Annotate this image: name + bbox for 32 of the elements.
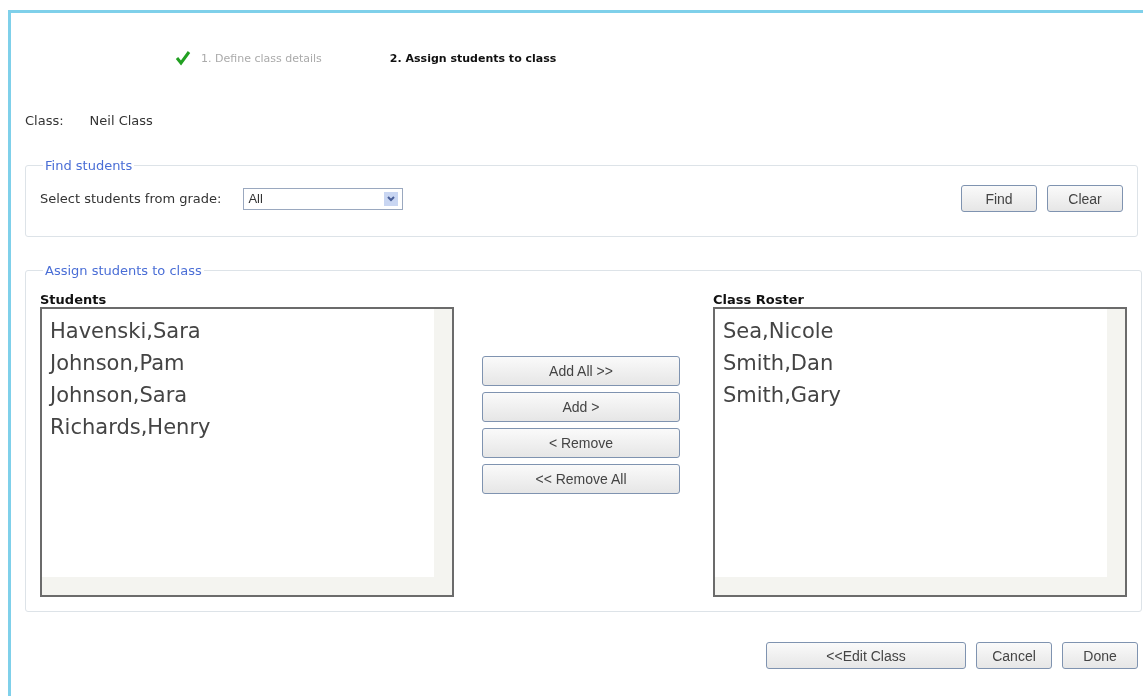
class-label: Class: (25, 113, 64, 128)
students-listbox[interactable]: Havenski,Sara Johnson,Pam Johnson,Sara Richards,Henry (40, 307, 454, 597)
grade-label: Select students from grade: (40, 191, 222, 206)
panel-legend: Find students (43, 158, 135, 173)
find-action-button[interactable]: Find (961, 185, 1037, 212)
roster-listbox[interactable]: Sea,Nicole Smith,Dan Smith,Gary (713, 307, 1127, 597)
step-label: 1. Define class details (201, 51, 322, 65)
footer-button[interactable]: Done (1062, 642, 1138, 669)
list-item[interactable]: Smith,Dan (723, 347, 834, 379)
grade-dropdown[interactable]: All (243, 187, 404, 210)
horizontal-scrollbar[interactable] (42, 577, 452, 595)
move-button[interactable]: < Remove (482, 428, 680, 458)
horizontal-scrollbar[interactable] (715, 577, 1125, 595)
list-item[interactable]: Smith,Gary (723, 379, 842, 411)
vertical-scrollbar[interactable] (1107, 309, 1125, 577)
list-item[interactable]: Sea,Nicole (723, 315, 834, 347)
list-item[interactable]: Johnson,Sara (50, 379, 188, 411)
find-action-button[interactable]: Clear (1047, 185, 1123, 212)
list-heading: Students (40, 292, 108, 307)
class-name: Neil Class (89, 113, 153, 128)
vertical-scrollbar[interactable] (434, 309, 452, 577)
step-label: 2. Assign students to class (389, 51, 557, 65)
move-button[interactable]: Add > (482, 392, 680, 422)
panel-legend: Assign students to class (43, 263, 204, 278)
footer-button[interactable]: <<Edit Class (766, 642, 966, 669)
footer-button[interactable]: Cancel (976, 642, 1052, 669)
list-item[interactable]: Havenski,Sara (50, 315, 201, 347)
list-item[interactable]: Richards,Henry (50, 411, 211, 443)
list-item[interactable]: Johnson,Pam (50, 347, 185, 379)
list-heading: Class Roster (713, 292, 805, 307)
move-button[interactable]: Add All >> (482, 356, 680, 386)
move-button[interactable]: << Remove All (482, 464, 680, 494)
